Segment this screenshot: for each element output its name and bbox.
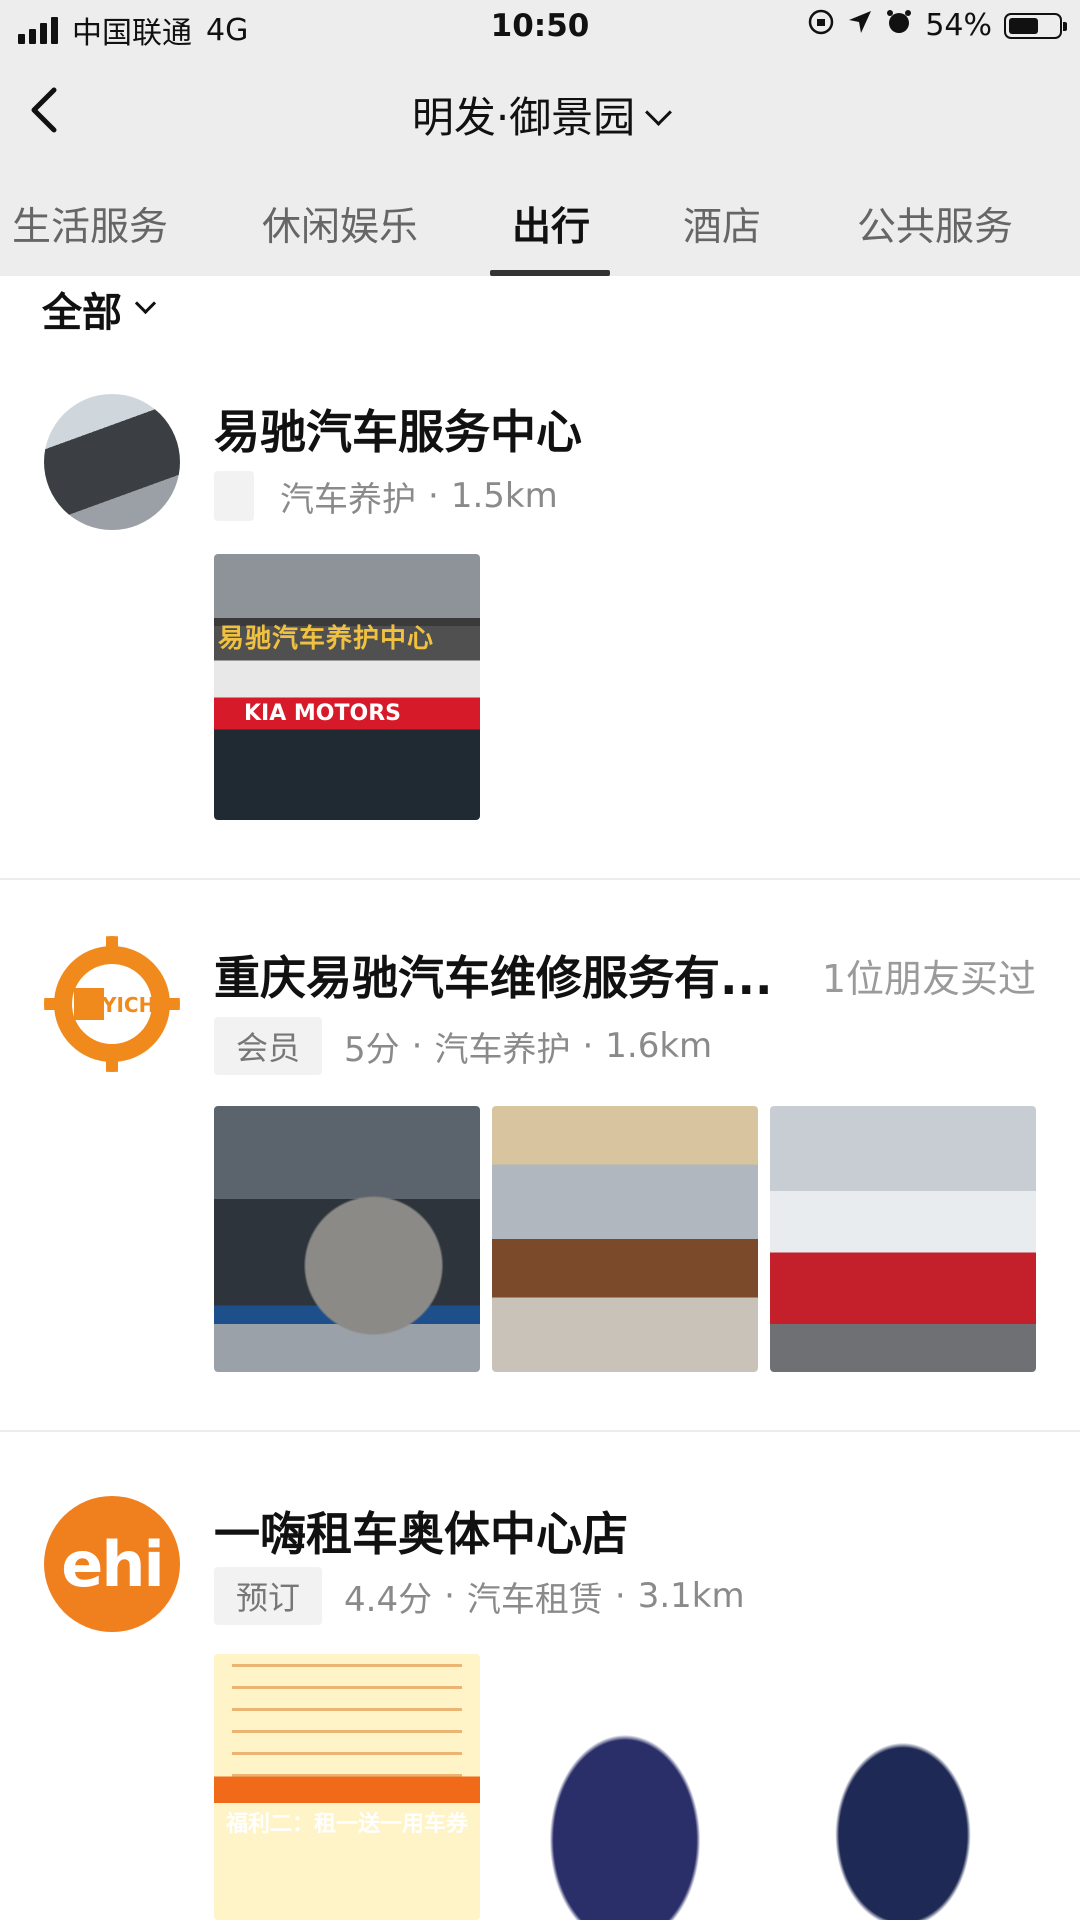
shop-name: 重庆易驰汽车维修服务有... [214,951,773,1005]
category-label: 汽车租赁 [466,1579,603,1620]
shop-photo[interactable] [492,1654,758,1920]
shop-logo: YICHI [44,936,180,1072]
shop-meta: 汽车养护 · 1.5km [214,470,558,522]
rating-label: 4.4分 [344,1579,433,1620]
photo-strip [214,1106,1036,1372]
battery-percent: 54% [925,8,992,43]
tab-hotel[interactable]: 酒店 [683,196,761,252]
filter-dropdown[interactable]: 全部 [42,280,157,338]
tab-public-services[interactable]: 公共服务 [857,196,1013,252]
battery-icon [1004,12,1067,39]
shop-photo[interactable] [770,1106,1036,1372]
shop-photo[interactable] [492,1106,758,1372]
chevron-down-icon [645,99,673,126]
divider [0,1430,1080,1432]
category-label: 汽车养护 [280,479,416,520]
chevron-down-icon [134,292,157,314]
status-bar: 中国联通 4G 10:50 54% [0,0,1080,56]
shop-photo[interactable]: 易驰汽车养护中心 KIA MOTORS [214,554,480,820]
list-item[interactable]: 易驰汽车服务中心 汽车养护 · 1.5km 易驰汽车养护中心 KIA MOTOR… [0,390,1080,878]
category-label: 汽车养护 [434,1029,571,1070]
shop-name: 易驰汽车服务中心 [214,405,582,459]
shop-meta: 会员 5分 · 汽车养护 · 1.6km [214,1017,713,1075]
shop-photo[interactable] [214,1106,480,1372]
photo-strip: 易驰汽车养护中心 KIA MOTORS [214,554,480,820]
location-arrow-icon [847,9,873,42]
shop-meta: 预订 4.4分 · 汽车租赁 · 3.1km [214,1567,745,1625]
shop-photo[interactable] [770,1654,1036,1920]
rating-label: 5分 [344,1029,400,1070]
shop-logo: ehi [44,1496,180,1632]
shop-avatar [44,394,180,530]
active-tab-indicator [490,270,610,276]
shop-photo[interactable]: 福利二：租一送一用车券 [214,1654,480,1920]
member-badge: 会员 [214,1017,323,1075]
category-tabs: 生活服务 休闲娱乐 出行 酒店 公共服务 [0,168,1080,276]
distance-label: 3.1km [637,1576,745,1616]
tag-badge [214,471,254,521]
page-title: 明发·御景园 [411,93,636,142]
tab-leisure[interactable]: 休闲娱乐 [262,196,418,252]
distance-label: 1.5km [450,476,558,516]
rotation-lock-icon [807,8,835,43]
photo-strip: 福利二：租一送一用车券 [214,1654,1036,1920]
alarm-icon [885,8,913,43]
filter-label: 全部 [42,290,122,336]
divider [0,878,1080,880]
friends-purchased: 1位朋友买过 [821,957,1036,1001]
tab-life-services[interactable]: 生活服务 [12,196,168,252]
location-selector[interactable]: 明发·御景园 [0,84,1080,145]
svg-text:YICHI: YICHI [101,993,163,1017]
nav-bar: 明发·御景园 [0,56,1080,168]
distance-label: 1.6km [605,1026,713,1066]
list-item[interactable]: ehi 一嗨租车奥体中心店 预订 4.4分 · 汽车租赁 · 3.1km 福利二… [0,1490,1080,1920]
shop-name: 一嗨租车奥体中心店 [214,1507,628,1561]
list-item[interactable]: YICHI 重庆易驰汽车维修服务有... 1位朋友买过 会员 5分 · 汽车养护… [0,930,1080,1430]
tab-travel[interactable]: 出行 [512,196,590,252]
booking-badge: 预订 [214,1567,323,1625]
